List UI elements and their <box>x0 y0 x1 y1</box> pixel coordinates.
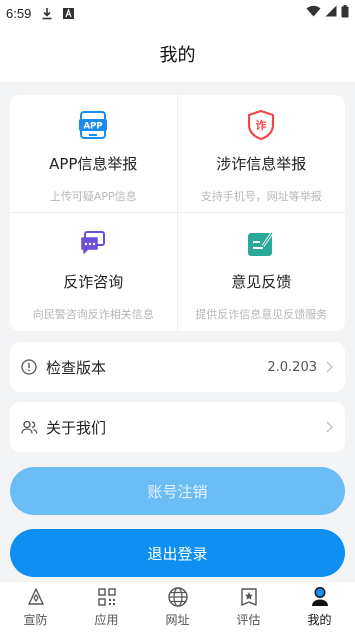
grid-item-title: 涉诈信息举报 <box>216 155 307 173</box>
grid-item-subtitle: 提供反诈信息意见反馈服务 <box>195 308 328 321</box>
download-icon <box>41 7 53 20</box>
chevron-right-icon <box>325 421 333 433</box>
tab-label: 应用 <box>94 613 119 627</box>
chevron-right-icon <box>325 361 333 373</box>
about-us-row[interactable]: 关于我们 <box>10 402 345 452</box>
battery-icon <box>341 4 349 22</box>
svg-text:APP: APP <box>84 122 103 132</box>
tab-publicity[interactable]: 宣防 <box>0 582 71 632</box>
globe-icon <box>167 586 189 608</box>
signal-icon <box>325 5 337 21</box>
page-header: 我的 <box>0 26 355 82</box>
fraud-shield-icon: 诈 <box>245 109 277 141</box>
check-version-row[interactable]: 检查版本 2.0.203 <box>10 342 345 392</box>
grid-item-subtitle: 上传可疑APP信息 <box>49 190 137 203</box>
grid-item-subtitle: 向民警咨询反诈相关信息 <box>32 308 154 321</box>
status-time: 6:59 <box>6 5 32 21</box>
app-report-icon: APP <box>77 109 109 141</box>
info-circle-icon <box>20 358 38 376</box>
svg-text:诈: 诈 <box>256 118 267 132</box>
grid-item-consult[interactable]: 反诈咨询 向民警咨询反诈相关信息 <box>10 213 178 331</box>
wifi-icon <box>306 5 321 21</box>
tab-websites[interactable]: 网址 <box>142 582 213 632</box>
version-value: 2.0.203 <box>267 359 317 375</box>
logout-button[interactable]: 退出登录 <box>10 529 345 577</box>
tab-label: 网址 <box>165 613 190 627</box>
cancel-account-button[interactable]: 账号注销 <box>10 467 345 515</box>
grid-item-feedback[interactable]: 意见反馈 提供反诈信息意见反馈服务 <box>178 213 346 331</box>
grid-item-title: 意见反馈 <box>231 273 292 291</box>
grid-item-subtitle: 支持手机号，网址等举报 <box>200 190 322 203</box>
grid-item-title: APP信息举报 <box>49 155 138 173</box>
tab-apps[interactable]: 应用 <box>71 582 142 632</box>
tab-label: 评估 <box>236 613 261 627</box>
people-icon <box>20 418 38 436</box>
status-bar: 6:59 <box>0 0 355 26</box>
about-us-label: 关于我们 <box>46 418 107 437</box>
apps-grid-icon <box>96 586 118 608</box>
font-a-icon <box>63 7 75 19</box>
tab-label: 我的 <box>307 613 332 627</box>
megaphone-icon <box>25 586 47 608</box>
tab-label: 宣防 <box>23 613 48 627</box>
feedback-edit-icon <box>245 227 277 259</box>
tab-mine[interactable]: 我的 <box>284 582 355 632</box>
user-icon <box>309 586 331 608</box>
grid-item-fraud-report[interactable]: 诈 涉诈信息举报 支持手机号，网址等举报 <box>177 95 345 213</box>
service-grid: APP APP信息举报 上传可疑APP信息 诈 涉诈信息举报 支持手机号，网址等… <box>10 95 345 331</box>
star-badge-icon <box>238 586 260 608</box>
bottom-tab-bar: 宣防 应用 网址 评估 我的 <box>0 582 355 632</box>
page-title: 我的 <box>159 45 196 66</box>
chat-consult-icon <box>77 227 109 259</box>
grid-item-title: 反诈咨询 <box>63 273 124 291</box>
tab-assessment[interactable]: 评估 <box>213 582 284 632</box>
grid-item-app-report[interactable]: APP APP信息举报 上传可疑APP信息 <box>10 95 178 213</box>
check-version-label: 检查版本 <box>46 358 107 377</box>
